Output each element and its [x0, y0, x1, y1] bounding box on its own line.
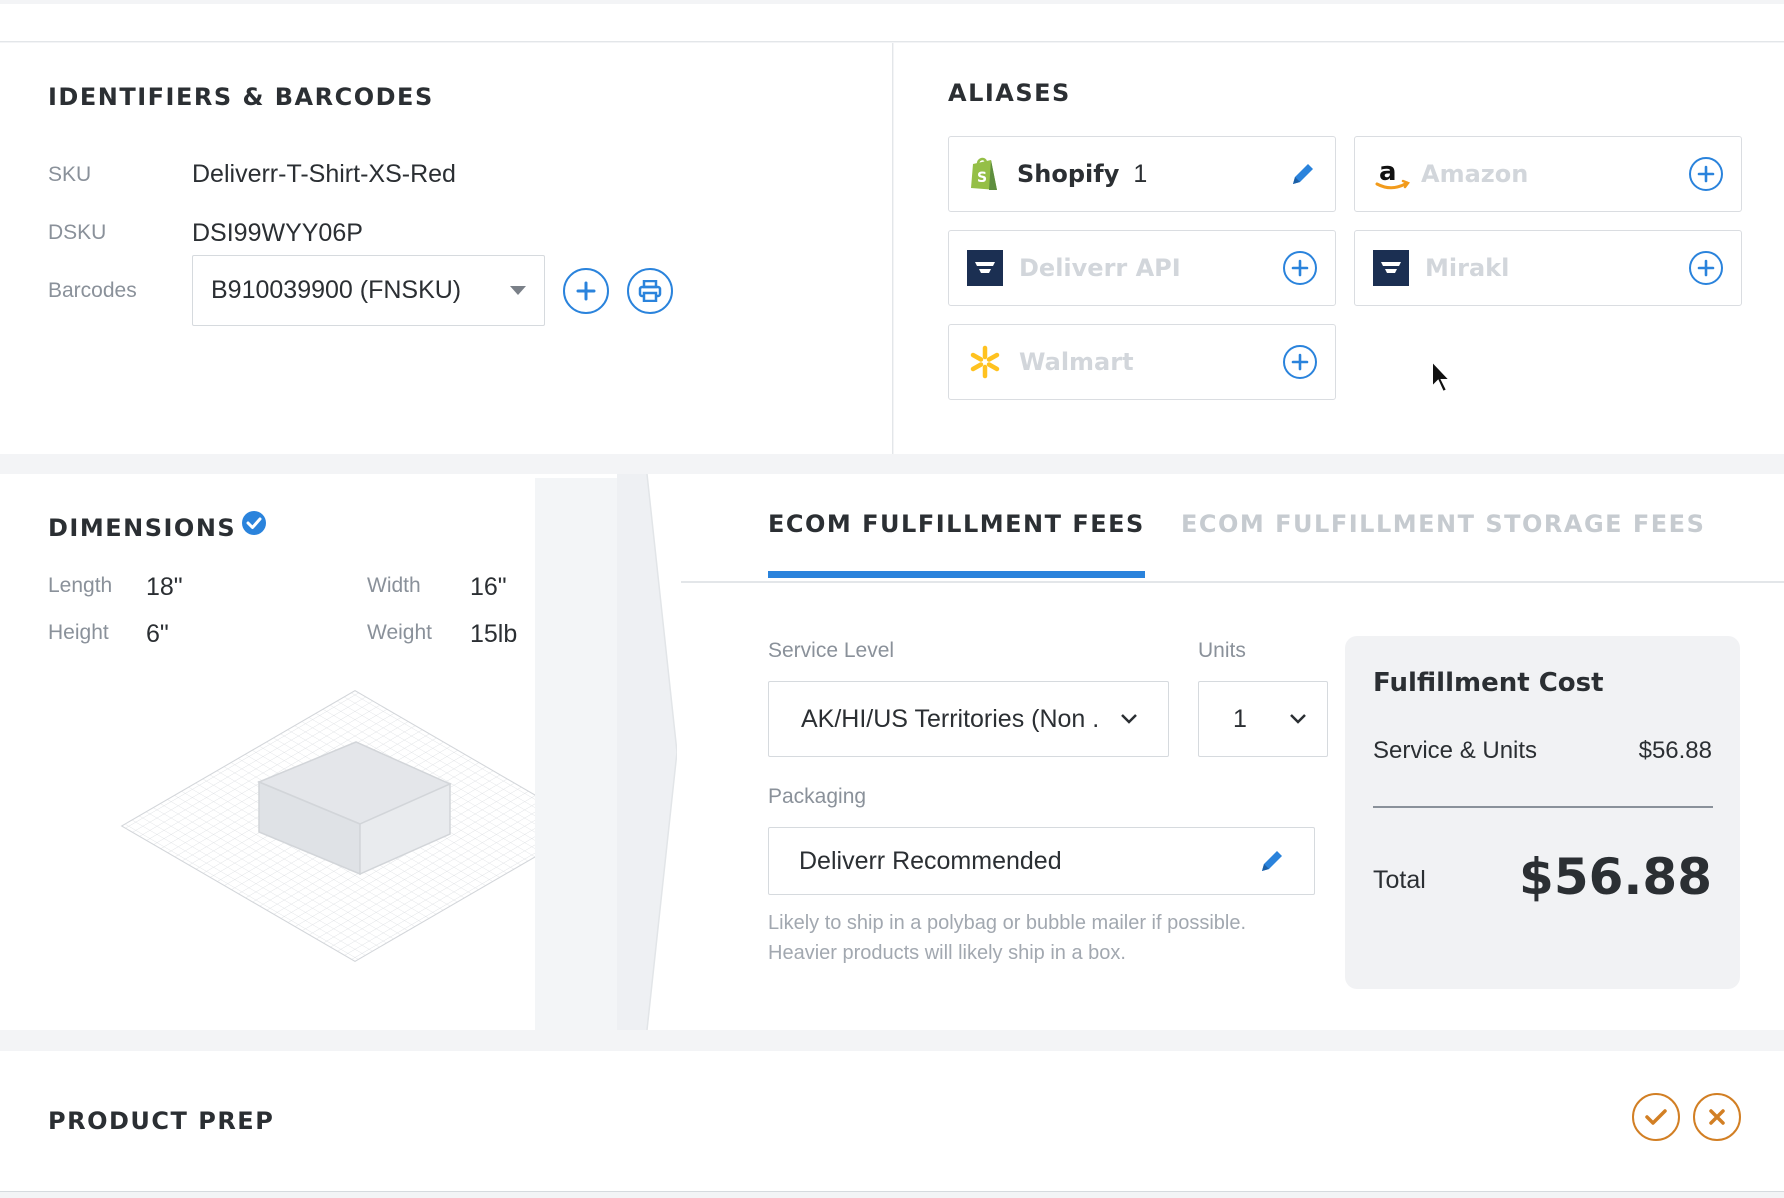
service-units-value: $56.88 — [1638, 737, 1712, 764]
chevron-down-icon — [1121, 714, 1137, 724]
aliases-card: ALIASES S Shopify 1 a Amazon Deliverr AP… — [894, 43, 1784, 454]
alias-name-amazon: Amazon — [1421, 160, 1529, 188]
alias-name-shopify: Shopify — [1017, 160, 1120, 188]
weight-label: Weight — [367, 621, 432, 644]
barcode-select-value: B910039900 (FNSKU) — [211, 276, 462, 304]
mouse-cursor-icon — [1431, 359, 1453, 394]
panel-divider — [535, 478, 617, 1030]
barcodes-label: Barcodes — [48, 279, 137, 302]
dimensions-fees-card: DIMENSIONS Length 18" Width 16" Height 6… — [0, 474, 1784, 1030]
packaging-note-line-1: Likely to ship in a polybag or bubble ma… — [768, 912, 1247, 934]
product-prep-card: PRODUCT PREP — [0, 1051, 1784, 1192]
deliverr-icon — [1373, 250, 1409, 286]
package-illustration — [120, 690, 590, 962]
svg-text:S: S — [977, 170, 987, 186]
plus-icon — [1291, 353, 1309, 371]
identifiers-title: IDENTIFIERS & BARCODES — [48, 83, 434, 111]
top-header-area — [0, 4, 1784, 42]
amazon-icon: a — [1375, 157, 1410, 190]
packaging-note-line-2: Heavier products will likely ship in a b… — [768, 942, 1126, 964]
tab-label: ECOM FULFILLMENT FEES — [768, 510, 1145, 538]
weight-value: 15lb — [470, 620, 518, 648]
pencil-icon[interactable] — [1258, 847, 1286, 875]
dimensions-title: DIMENSIONS — [48, 514, 237, 542]
sku-label: SKU — [48, 163, 92, 186]
width-value: 16" — [470, 573, 507, 601]
alias-card-mirakl[interactable]: Mirakl — [1354, 230, 1742, 306]
add-alias-mirakl-button[interactable] — [1689, 251, 1723, 285]
alias-card-deliverr-api[interactable]: Deliverr API — [948, 230, 1336, 306]
product-prep-cancel-button[interactable] — [1693, 1093, 1741, 1141]
dsku-label: DSKU — [48, 221, 107, 244]
alias-card-amazon[interactable]: a Amazon — [1354, 136, 1742, 212]
service-level-value: AK/HI/US Territories (Non . — [801, 704, 1100, 733]
alias-name-deliverr-api: Deliverr API — [1019, 254, 1181, 282]
service-level-select[interactable]: AK/HI/US Territories (Non . — [768, 681, 1169, 757]
total-value: $56.88 — [1519, 848, 1712, 906]
units-label: Units — [1198, 639, 1246, 662]
caret-down-icon — [510, 286, 526, 295]
chevron-divider-shape — [617, 474, 677, 1030]
close-icon — [1709, 1109, 1725, 1125]
product-prep-confirm-button[interactable] — [1632, 1093, 1680, 1141]
product-prep-title: PRODUCT PREP — [48, 1107, 275, 1135]
svg-text:a: a — [1379, 157, 1397, 187]
width-label: Width — [367, 574, 421, 597]
identifiers-card: IDENTIFIERS & BARCODES SKU Deliverr-T-Sh… — [0, 43, 893, 454]
dsku-value: DSI99WYY06P — [192, 219, 363, 247]
chevron-down-icon — [1290, 714, 1306, 724]
alias-count-shopify: 1 — [1133, 159, 1148, 188]
alias-name-mirakl: Mirakl — [1425, 254, 1510, 282]
cost-divider — [1373, 806, 1713, 808]
tab-label: ECOM FULFILLMENT STORAGE FEES — [1181, 510, 1706, 538]
packaging-field[interactable]: Deliverr Recommended — [768, 827, 1315, 895]
pencil-icon[interactable] — [1289, 160, 1317, 188]
height-label: Height — [48, 621, 109, 644]
alias-card-shopify[interactable]: S Shopify 1 — [948, 136, 1336, 212]
shopify-icon: S — [971, 157, 997, 190]
plus-icon — [1697, 259, 1715, 277]
height-value: 6" — [146, 620, 169, 648]
tabs-underline — [681, 581, 1784, 583]
printer-icon — [638, 280, 662, 302]
add-barcode-button[interactable] — [563, 268, 609, 314]
add-alias-deliverr-api-button[interactable] — [1283, 251, 1317, 285]
add-alias-amazon-button[interactable] — [1689, 157, 1723, 191]
tab-ecom-fulfillment-fees[interactable]: ECOM FULFILLMENT FEES — [768, 510, 1145, 578]
aliases-title: ALIASES — [948, 79, 1071, 107]
add-alias-walmart-button[interactable] — [1283, 345, 1317, 379]
deliverr-icon — [967, 250, 1003, 286]
plus-icon — [1697, 165, 1715, 183]
units-value: 1 — [1233, 704, 1247, 733]
sku-value: Deliverr-T-Shirt-XS-Red — [192, 160, 456, 188]
packaging-value: Deliverr Recommended — [799, 846, 1062, 875]
check-icon — [1645, 1109, 1667, 1125]
units-select[interactable]: 1 — [1198, 681, 1328, 757]
plus-icon — [576, 281, 596, 301]
fulfillment-cost-panel: Fulfillment Cost Service & Units $56.88 … — [1345, 636, 1740, 989]
walmart-icon — [970, 345, 1000, 379]
service-level-label: Service Level — [768, 639, 895, 662]
print-barcode-button[interactable] — [627, 268, 673, 314]
alias-card-walmart[interactable]: Walmart — [948, 324, 1336, 400]
verified-check-icon — [242, 511, 266, 535]
plus-icon — [1291, 259, 1309, 277]
alias-name-walmart: Walmart — [1019, 348, 1134, 376]
fulfillment-cost-title: Fulfillment Cost — [1373, 668, 1604, 698]
barcode-select[interactable]: B910039900 (FNSKU) — [192, 255, 545, 326]
service-units-label: Service & Units — [1373, 737, 1538, 764]
packaging-label: Packaging — [768, 785, 867, 808]
total-label: Total — [1373, 866, 1426, 894]
tab-ecom-fulfillment-storage-fees[interactable]: ECOM FULFILLMENT STORAGE FEES — [1181, 510, 1705, 578]
length-label: Length — [48, 574, 113, 597]
length-value: 18" — [146, 573, 183, 601]
